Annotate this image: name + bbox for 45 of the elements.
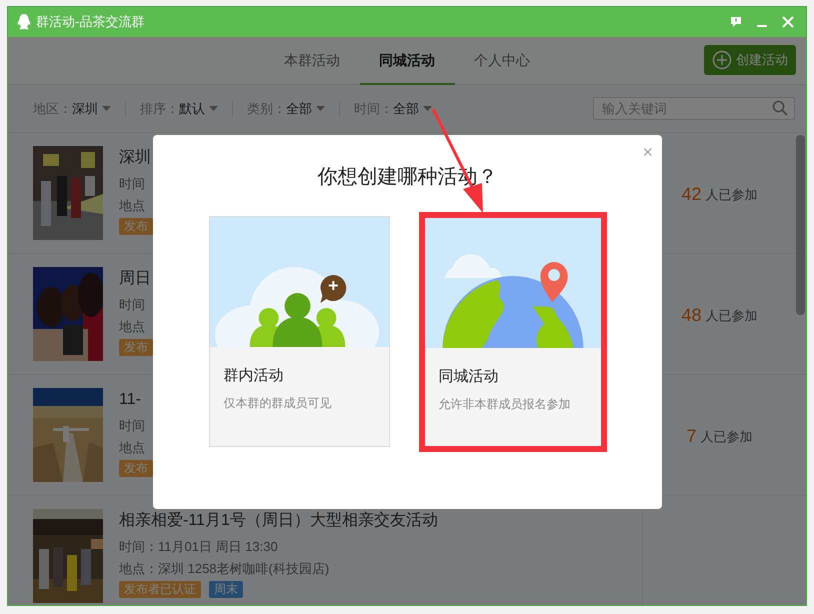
feedback-icon[interactable] [730,16,742,28]
participant-label: 人已参加 [706,306,758,325]
activity-location: 地点 [119,197,145,214]
participant-count: 7 [686,425,696,448]
activity-type-card[interactable]: 群内活动 仅本群的群成员可见 [208,216,390,447]
window-title: 群活动-品茶交流群 [36,13,144,32]
activity-time: 时间 [119,417,145,434]
tab[interactable]: 本群活动 [264,37,360,85]
activity-location: 地点 [119,318,145,335]
activity-time: 时间：11月01日 周日 13:30 [119,538,278,555]
tag: 发布 [119,460,153,477]
close-button[interactable]: × [642,139,653,166]
activity-title[interactable]: 相亲相爱-11月1号（周日）大型相亲交友活动 [119,509,438,533]
activity-time: 时间 [119,296,145,313]
tab[interactable]: 同城活动 [360,37,454,85]
create-activity-button[interactable]: 创建活动 [704,45,796,75]
tag: 周末 [209,581,243,598]
activity-location: 地点 [119,439,145,456]
activity-type-card[interactable]: 同城活动 允许非本群成员报名参加 [418,212,606,452]
caret-icon [102,106,111,111]
tab[interactable]: 个人中心 [454,37,550,85]
activity-title[interactable]: 11- [119,388,141,412]
activity-time: 时间 [119,175,145,192]
caret-icon [423,106,432,111]
caret-icon [209,106,218,111]
activity-location: 地点：深圳 1258老树咖啡(科技园店) [119,560,330,577]
close-icon[interactable] [782,16,794,28]
activity-title[interactable]: 周日 [119,267,151,291]
caret-icon [316,106,325,111]
participant-label: 人已参加 [700,428,752,446]
scrollbar-thumb[interactable] [796,135,805,315]
penguin-icon [16,13,32,31]
filter-dropdown[interactable]: 类别：全部 [247,98,325,118]
filter-dropdown[interactable]: 时间：全部 [354,98,432,118]
search-icon[interactable] [772,100,788,116]
tag: 发布 [119,218,153,235]
activity-title[interactable]: 深圳 [119,146,151,170]
filter-dropdown[interactable]: 排序：默认 [140,98,218,118]
tag: 发布者已认证 [119,581,201,598]
participant-count: 42 [681,183,702,206]
filter-dropdown[interactable]: 地区：深圳 [33,98,111,118]
plus-icon [712,50,732,70]
participant-count: 48 [681,304,702,327]
tag: 发布 [119,339,153,356]
participant-label: 人已参加 [706,186,758,204]
